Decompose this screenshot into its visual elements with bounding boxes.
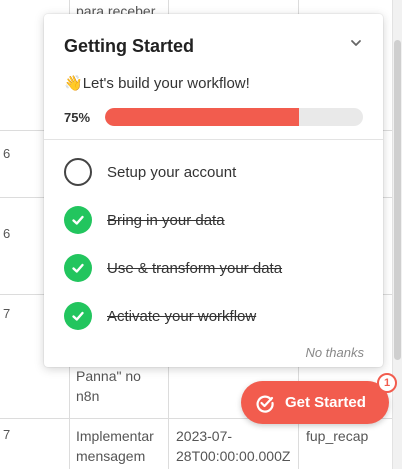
table-cell-text: fup_recap xyxy=(306,428,369,444)
row-number: 7 xyxy=(3,306,11,321)
table-cell-text: 28T00:00:00.000Z xyxy=(176,448,291,464)
row-number: 6 xyxy=(3,226,11,241)
panel-title: Getting Started xyxy=(64,36,195,56)
waving-hand-icon: 👋 xyxy=(64,75,83,92)
getting-started-panel: Getting Started 👋Let's build your workfl… xyxy=(44,14,383,367)
progress-percent: 75% xyxy=(64,110,91,125)
chevron-down-icon[interactable] xyxy=(349,36,363,50)
task-label: Use & transform your data xyxy=(107,259,283,277)
progress-fill xyxy=(105,108,299,126)
check-circle-icon xyxy=(64,302,92,330)
table-cell-text: 2023-07- xyxy=(176,428,233,444)
get-started-button[interactable]: Get Started xyxy=(241,381,389,424)
table-cell-text: n8n xyxy=(76,388,100,404)
scrollbar-thumb[interactable] xyxy=(394,40,401,360)
task-setup-account[interactable]: Setup your account xyxy=(64,156,236,188)
task-transform-data[interactable]: Use & transform your data xyxy=(64,252,282,284)
table-cell-text: mensagem xyxy=(76,448,146,464)
subtitle-text: Let's build your workflow! xyxy=(82,75,250,92)
vertical-scrollbar[interactable] xyxy=(392,0,402,469)
unchecked-circle-icon xyxy=(64,158,92,186)
task-label: Setup your account xyxy=(107,163,237,181)
table-cell-text: Panna" no xyxy=(76,368,141,384)
task-bring-in-data[interactable]: Bring in your data xyxy=(64,204,225,236)
row-number: 7 xyxy=(3,427,11,442)
check-circle-icon xyxy=(64,254,92,282)
table-cell-text: Implementar xyxy=(76,428,154,444)
row-number: 6 xyxy=(3,146,11,161)
check-circle-icon xyxy=(64,206,92,234)
check-badge-icon xyxy=(256,395,274,413)
task-label: Bring in your data xyxy=(107,211,225,229)
task-activate-workflow[interactable]: Activate your workflow xyxy=(64,300,256,332)
notification-badge: 1 xyxy=(377,373,397,393)
get-started-label: Get Started xyxy=(285,394,366,411)
no-thanks-link[interactable]: No thanks xyxy=(305,345,364,360)
progress-bar xyxy=(105,108,363,126)
panel-subtitle: 👋Let's build your workflow! xyxy=(64,74,250,92)
task-label: Activate your workflow xyxy=(107,307,257,325)
divider xyxy=(44,139,383,140)
